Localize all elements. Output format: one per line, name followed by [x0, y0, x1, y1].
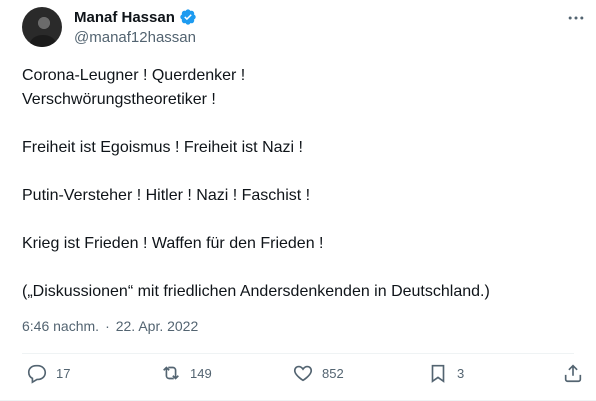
- tweet-line: Krieg ist Frieden ! Waffen für den Fried…: [22, 235, 324, 252]
- bookmark-icon: [431, 364, 445, 383]
- tweet-timestamp[interactable]: 6:46 nachm. · 22. Apr. 2022: [22, 318, 198, 334]
- tweet-date: 22. Apr. 2022: [115, 318, 199, 334]
- bookmark-button[interactable]: 3: [427, 362, 464, 384]
- like-button[interactable]: 852: [292, 362, 344, 384]
- retweet-icon: [163, 366, 179, 380]
- author-name[interactable]: Manaf Hassan: [74, 9, 175, 26]
- divider: [22, 353, 574, 354]
- tweet-card: Manaf Hassan @manaf12hassan Corona-Leugn…: [0, 0, 596, 401]
- action-bar: 17 149 852 3: [22, 362, 588, 392]
- avatar[interactable]: [22, 7, 62, 47]
- reply-icon: [27, 364, 47, 384]
- verified-badge-icon: [180, 9, 196, 25]
- bookmark-count: 3: [457, 365, 465, 381]
- share-button[interactable]: [562, 362, 584, 384]
- author-handle[interactable]: @manaf12hassan: [74, 29, 196, 46]
- like-count: 852: [322, 365, 344, 381]
- author-name-row: Manaf Hassan: [74, 8, 197, 26]
- reply-button[interactable]: 17: [26, 362, 70, 384]
- tweet-line: Corona-Leugner ! Querdenker !: [22, 67, 246, 84]
- heart-icon: [293, 365, 313, 382]
- share-icon: [564, 364, 582, 383]
- tweet-text: Corona-Leugner ! Querdenker ! Verschwöru…: [22, 64, 582, 304]
- tweet-time: 6:46 nachm.: [22, 318, 100, 334]
- more-options-icon[interactable]: [564, 8, 588, 28]
- tweet-line: Freiheit ist Egoismus ! Freiheit ist Naz…: [22, 139, 303, 156]
- tweet-line: Verschwörungstheoretiker !: [22, 91, 216, 108]
- retweet-button[interactable]: 149: [160, 362, 212, 384]
- reply-count: 17: [56, 365, 71, 381]
- retweet-count: 149: [190, 365, 212, 381]
- tweet-line: Putin-Versteher ! Hitler ! Nazi ! Faschi…: [22, 187, 311, 204]
- meta-separator: ·: [105, 318, 110, 334]
- tweet-line: („Diskussionen“ mit friedlichen Andersde…: [22, 283, 490, 300]
